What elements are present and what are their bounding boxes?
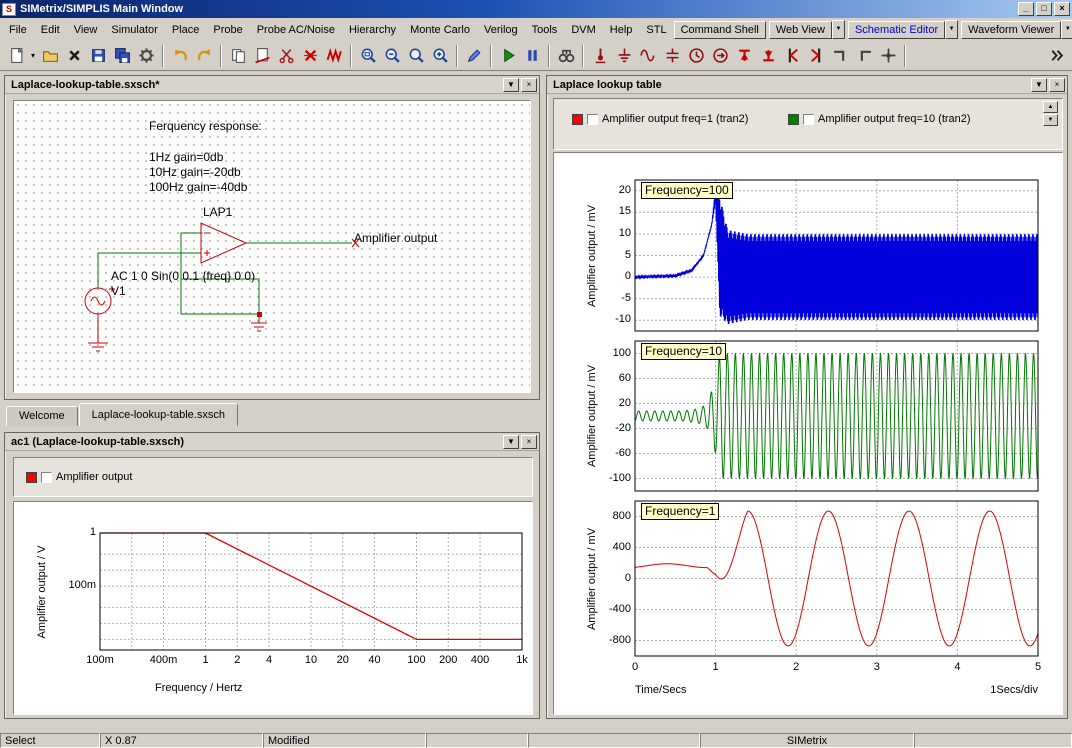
freq-tick-label: 100 (402, 654, 432, 666)
freq-tick-label: 1k (507, 654, 537, 666)
y-tick-label: 0 (598, 270, 631, 282)
y-tick-label: 10 (598, 227, 631, 239)
waveform-plot-freq10[interactable] (635, 341, 1040, 493)
y-tick-label: -100 (598, 472, 631, 484)
y-axis-title-freq100: Amplifier output / mV (586, 204, 598, 306)
y-tick-label: 20 (598, 184, 631, 196)
y-tick-label: -800 (598, 634, 631, 646)
y-tick-label: 400 (598, 541, 631, 553)
freq-tick-label: 2 (222, 654, 252, 666)
gain-tick-label: 1 (62, 526, 96, 538)
chart-layer: 20151050-5-10Frequency=100Amplifier outp… (0, 0, 1072, 748)
ac-x-axis-title: Frequency / Hertz (155, 682, 242, 694)
y-tick-label: -5 (598, 292, 631, 304)
curve-label-freq100[interactable]: Frequency=100 (641, 182, 733, 199)
x-tick-label: 3 (867, 661, 887, 673)
x-tick-label: 1 (706, 661, 726, 673)
x-tick-label: 5 (1028, 661, 1048, 673)
curve-label-freq10[interactable]: Frequency=10 (641, 343, 726, 360)
freq-tick-label: 4 (254, 654, 284, 666)
ac-y-axis-title: Amplifier output / V (36, 545, 48, 638)
y-axis-title-freq1: Amplifier output / mV (586, 527, 598, 629)
x-tick-label: 0 (625, 661, 645, 673)
waveform-plot-freq100[interactable] (635, 180, 1040, 333)
freq-tick-label: 400 (465, 654, 495, 666)
y-tick-label: -20 (598, 422, 631, 434)
y-tick-label: 60 (598, 372, 631, 384)
y-tick-label: 15 (598, 205, 631, 217)
ac-gain-plot[interactable] (100, 533, 524, 652)
freq-tick-label: 400m (149, 654, 179, 666)
freq-tick-label: 1 (191, 654, 221, 666)
y-tick-label: 100 (598, 347, 631, 359)
y-tick-label: -10 (598, 313, 631, 325)
freq-tick-label: 40 (360, 654, 390, 666)
y-tick-label: 5 (598, 249, 631, 261)
y-tick-label: -60 (598, 447, 631, 459)
y-tick-label: -400 (598, 603, 631, 615)
x-scale-label: 1Secs/div (958, 684, 1038, 696)
y-axis-title-freq10: Amplifier output / mV (586, 365, 598, 467)
freq-tick-label: 20 (328, 654, 358, 666)
curve-label-freq1[interactable]: Frequency=1 (641, 503, 719, 520)
waveform-plot-freq1[interactable] (635, 501, 1040, 658)
freq-tick-label: 100m (85, 654, 115, 666)
x-tick-label: 2 (786, 661, 806, 673)
freq-tick-label: 200 (433, 654, 463, 666)
x-tick-label: 4 (947, 661, 967, 673)
x-axis-title: Time/Secs (635, 684, 687, 696)
freq-tick-label: 10 (296, 654, 326, 666)
y-tick-label: 0 (598, 572, 631, 584)
y-tick-label: 800 (598, 510, 631, 522)
gain-tick-label: 100m (62, 579, 96, 591)
y-tick-label: 20 (598, 397, 631, 409)
